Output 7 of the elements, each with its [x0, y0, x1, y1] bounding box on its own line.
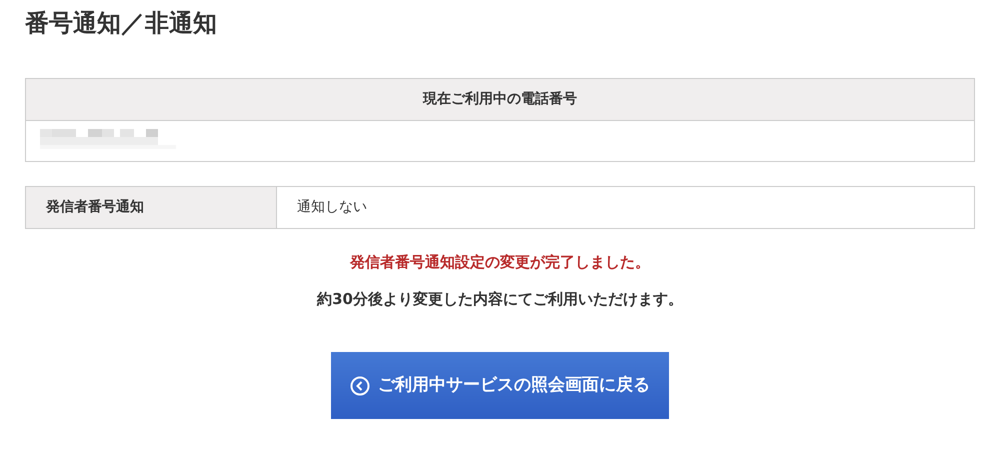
table-header: 現在ご利用中の電話番号 [26, 79, 974, 121]
info-message: 約30分後より変更した内容にてご利用いただけます。 [316, 288, 684, 310]
row-value: 通知しない [296, 198, 368, 217]
back-button[interactable]: ご利用中サービスの照会画面に戻る [331, 352, 669, 419]
page-title: 番号通知／非通知 [25, 8, 218, 38]
success-message: 発信者番号通知設定の変更が完了しました。 [348, 252, 651, 273]
row-label: 発信者番号通知 [26, 187, 277, 228]
